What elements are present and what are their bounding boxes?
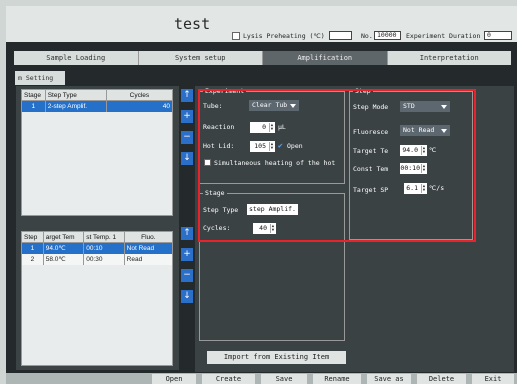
program-tree-panel: Stage Step Type Cycles 1 2-step Amplif. … bbox=[16, 86, 179, 370]
table-row[interactable]: 1 2-step Amplif. 40 bbox=[22, 101, 172, 112]
table-cell: Not Read bbox=[126, 245, 155, 252]
delete-button[interactable]: Delete bbox=[417, 374, 466, 384]
tab-sample-loading[interactable]: Sample Loading bbox=[14, 51, 139, 65]
table-row[interactable]: 1 94.0℃ 00:10 Not Read bbox=[22, 243, 172, 254]
lysis-preheating-label: Lysis Preheating (℃) bbox=[243, 32, 325, 40]
column-header: Stage bbox=[22, 90, 46, 100]
table-cell: 00:30 bbox=[84, 254, 125, 265]
stage-table: Stage Step Type Cycles 1 2-step Amplif. … bbox=[21, 89, 173, 216]
column-header: arget Tem bbox=[44, 232, 85, 242]
stage-move-down-button[interactable]: ↓ bbox=[181, 152, 193, 165]
column-header: Cycles bbox=[129, 92, 150, 99]
table-cell: 2 bbox=[22, 254, 44, 265]
step-move-down-button[interactable]: ↓ bbox=[181, 290, 193, 303]
tab-system-setup[interactable]: System setup bbox=[138, 51, 263, 65]
number-input[interactable]: 10000 bbox=[374, 31, 401, 40]
table-cell: 94.0℃ bbox=[44, 243, 85, 254]
highlight-box bbox=[198, 89, 476, 242]
save-as-button[interactable]: Save as bbox=[367, 374, 411, 384]
stage-move-up-button[interactable]: ↑ bbox=[181, 89, 193, 102]
table-cell: 58.0℃ bbox=[44, 254, 85, 265]
table-cell: 1 bbox=[22, 101, 46, 112]
exit-button[interactable]: Exit bbox=[472, 374, 514, 384]
table-cell: 40 bbox=[162, 103, 170, 110]
tab-program-setting[interactable]: m Setting bbox=[15, 71, 65, 85]
table-row[interactable]: 2 58.0℃ 00:30 Read bbox=[22, 254, 172, 265]
step-remove-button[interactable]: − bbox=[181, 269, 193, 282]
tab-interpretation[interactable]: Interpretation bbox=[387, 51, 511, 65]
step-table: Step arget Tem st Temp. 1 Fluo. 1 94.0℃ … bbox=[21, 231, 173, 366]
table-cell: 1 bbox=[22, 243, 44, 254]
table-header: Stage Step Type Cycles bbox=[22, 90, 172, 101]
experiment-duration-input[interactable]: 0 bbox=[484, 31, 512, 40]
open-button[interactable]: Open bbox=[152, 374, 196, 384]
import-existing-item-button[interactable]: Import from Existing Item bbox=[207, 351, 346, 364]
step-move-up-button[interactable]: ↑ bbox=[181, 227, 193, 240]
create-button[interactable]: Create bbox=[202, 374, 255, 384]
tab-amplification[interactable]: Amplification bbox=[263, 51, 388, 65]
table-cell: 00:10 bbox=[84, 243, 125, 254]
page-title: test bbox=[174, 15, 211, 33]
main-window: test Lysis Preheating (℃) No. 10000 Expe… bbox=[6, 6, 517, 384]
step-add-button[interactable]: + bbox=[181, 248, 193, 261]
lysis-preheating-checkbox[interactable] bbox=[232, 32, 240, 40]
column-header: Fluo. bbox=[141, 234, 156, 241]
number-label: No. bbox=[361, 32, 373, 40]
save-button[interactable]: Save bbox=[261, 374, 307, 384]
column-header: Step Type bbox=[46, 90, 107, 100]
table-cell: Read bbox=[126, 256, 143, 263]
table-cell: 2-step Amplif. bbox=[46, 101, 107, 112]
experiment-duration-label: Experiment Duration bbox=[406, 32, 481, 40]
column-header: st Temp. 1 bbox=[84, 232, 125, 242]
main-tabs: Sample Loading System setup Amplificatio… bbox=[14, 51, 511, 65]
table-header: Step arget Tem st Temp. 1 Fluo. bbox=[22, 232, 172, 243]
rename-button[interactable]: Rename bbox=[313, 374, 361, 384]
stage-remove-button[interactable]: − bbox=[181, 131, 193, 144]
stage-add-button[interactable]: + bbox=[181, 110, 193, 123]
lysis-preheating-input[interactable] bbox=[329, 31, 352, 40]
title-bar: test Lysis Preheating (℃) No. 10000 Expe… bbox=[6, 6, 517, 42]
column-header: Step bbox=[22, 232, 44, 242]
